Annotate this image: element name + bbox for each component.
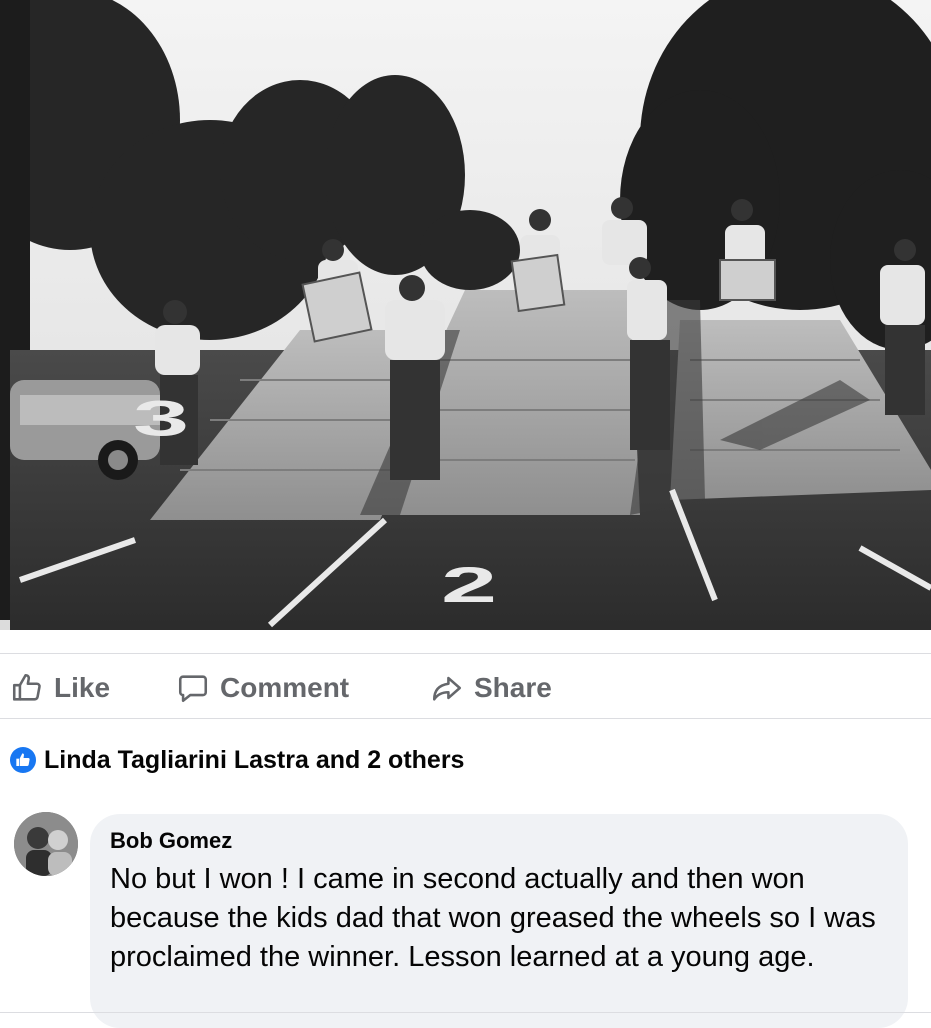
avatar[interactable]: [14, 812, 78, 876]
speech-bubble-icon: [176, 671, 210, 705]
comment-text: No but I won ! I came in second actually…: [110, 863, 876, 973]
share-button[interactable]: Share: [430, 668, 552, 708]
divider: [0, 718, 931, 719]
like-badge-icon: [10, 747, 36, 773]
reactions-summary[interactable]: Linda Tagliarini Lastra and 2 others: [10, 740, 464, 780]
thumbs-up-icon: [10, 671, 44, 705]
comment-bubble: Bob Gomez No but I won ! I came in secon…: [90, 814, 908, 1028]
like-label: Like: [54, 672, 111, 703]
lane-number-3: 3: [133, 390, 189, 446]
share-label: Share: [474, 672, 552, 703]
share-arrow-icon: [430, 671, 464, 705]
post-photo[interactable]: 3 2: [0, 0, 931, 636]
divider: [0, 653, 931, 654]
comment-author[interactable]: Bob Gomez: [110, 828, 232, 854]
like-button[interactable]: Like: [10, 668, 110, 708]
divider: [0, 1012, 931, 1013]
comment-button[interactable]: Comment: [176, 668, 349, 708]
comment-label: Comment: [220, 672, 350, 703]
lane-number-2: 2: [441, 556, 497, 612]
post-action-bar: Like Comment Share: [0, 660, 931, 716]
race-photo-illustration: 3 2: [0, 0, 931, 636]
reactions-text: Linda Tagliarini Lastra and 2 others: [44, 745, 465, 774]
